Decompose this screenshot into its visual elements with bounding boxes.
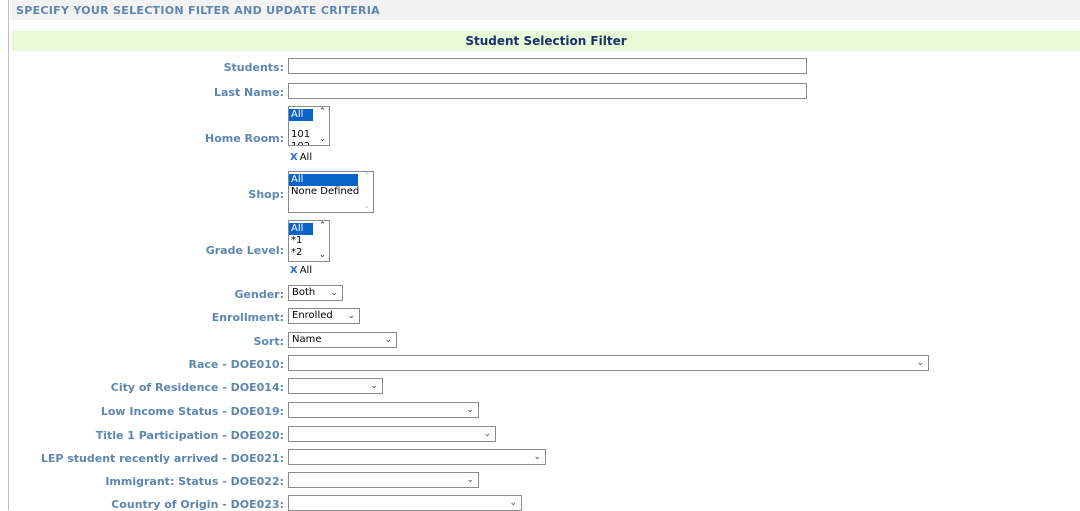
scroll-up-icon[interactable]: ⌃ xyxy=(318,108,327,117)
race-label: Race - DOE010: xyxy=(188,358,284,371)
chevron-down-icon[interactable]: ⌄ xyxy=(384,333,392,347)
gender-select[interactable]: Both ⌄ xyxy=(288,285,343,301)
scroll-up-icon[interactable]: ⌃ xyxy=(362,173,371,182)
chevron-down-icon[interactable]: ⌄ xyxy=(466,403,474,417)
clear-icon[interactable]: X xyxy=(290,265,298,276)
sort-select-value[interactable]: Name xyxy=(292,334,322,345)
lep-select[interactable]: ⌄ xyxy=(288,449,546,465)
country-label: Country of Origin - DOE023: xyxy=(111,498,284,511)
chevron-down-icon[interactable]: ⌄ xyxy=(533,450,541,464)
enrollment-select[interactable]: Enrolled ⌄ xyxy=(288,308,360,324)
low-income-select[interactable]: ⌄ xyxy=(288,402,479,418)
shop-option[interactable]: All xyxy=(289,174,358,186)
city-label: City of Residence - DOE014: xyxy=(110,381,284,394)
grade-level-scrollbar[interactable]: ⌃ ⌄ xyxy=(316,221,329,261)
race-select[interactable]: ⌄ xyxy=(288,355,929,371)
home-room-clear-label[interactable]: All xyxy=(300,152,312,163)
chevron-down-icon[interactable]: ⌄ xyxy=(509,496,517,510)
shop-scrollbar[interactable]: ⌃ ⌄ xyxy=(360,172,373,212)
home-room-scrollbar[interactable]: ⌃ ⌄ xyxy=(316,107,329,145)
grade-level-option[interactable]: All xyxy=(289,223,313,235)
gender-select-value[interactable]: Both xyxy=(292,287,315,298)
low-income-label: Low Income Status - DOE019: xyxy=(100,405,284,418)
chevron-down-icon[interactable]: ⌄ xyxy=(466,473,474,487)
last-name-label: Last Name: xyxy=(213,86,284,99)
city-select[interactable]: ⌄ xyxy=(288,378,383,394)
chevron-down-icon[interactable]: ⌄ xyxy=(347,309,355,323)
chevron-down-icon[interactable]: ⌄ xyxy=(916,356,924,370)
students-label: Students: xyxy=(223,61,284,74)
clear-icon[interactable]: X xyxy=(290,152,298,163)
students-input[interactable] xyxy=(288,58,807,74)
enrollment-select-value[interactable]: Enrolled xyxy=(292,310,333,321)
section-banner-text: SPECIFY YOUR SELECTION FILTER AND UPDATE… xyxy=(16,4,380,17)
immigrant-select[interactable]: ⌄ xyxy=(288,472,479,488)
enrollment-label: Enrollment: xyxy=(211,311,284,324)
home-room-listbox[interactable]: All 101 102 ⌃ ⌄ xyxy=(288,106,330,146)
grade-level-listbox[interactable]: All *1 *2 ⌃ ⌄ xyxy=(288,220,330,262)
home-room-option[interactable]: All xyxy=(289,109,313,121)
chevron-down-icon[interactable]: ⌄ xyxy=(330,286,338,300)
chevron-down-icon[interactable]: ⌄ xyxy=(483,427,491,441)
title1-label: Title 1 Participation - DOE020: xyxy=(95,429,284,442)
page-border xyxy=(8,0,9,510)
scroll-down-icon[interactable]: ⌄ xyxy=(318,251,327,260)
scroll-up-icon[interactable]: ⌃ xyxy=(318,222,327,231)
scroll-down-icon[interactable]: ⌄ xyxy=(362,202,371,211)
title1-select[interactable]: ⌄ xyxy=(288,426,496,442)
chevron-down-icon[interactable]: ⌄ xyxy=(370,379,378,393)
country-select[interactable]: ⌄ xyxy=(288,495,522,511)
section-banner: SPECIFY YOUR SELECTION FILTER AND UPDATE… xyxy=(10,0,1080,20)
sort-label: Sort: xyxy=(253,335,284,348)
lep-label: LEP student recently arrived - DOE021: xyxy=(40,452,284,465)
sort-select[interactable]: Name ⌄ xyxy=(288,332,397,348)
immigrant-label: Immigrant: Status - DOE022: xyxy=(105,475,284,488)
gender-label: Gender: xyxy=(234,288,284,301)
grade-level-clear-label[interactable]: All xyxy=(300,265,312,276)
grade-level-label: Grade Level: xyxy=(205,244,284,257)
last-name-input[interactable] xyxy=(288,83,807,99)
scroll-down-icon[interactable]: ⌄ xyxy=(318,135,327,144)
home-room-label: Home Room: xyxy=(205,132,284,145)
grade-level-clear[interactable]: X All xyxy=(290,265,312,276)
form-title: Student Selection Filter xyxy=(12,31,1080,51)
home-room-clear[interactable]: X All xyxy=(290,152,312,163)
shop-listbox[interactable]: All None Defined ⌃ ⌄ xyxy=(288,171,374,213)
shop-label: Shop: xyxy=(248,188,284,201)
